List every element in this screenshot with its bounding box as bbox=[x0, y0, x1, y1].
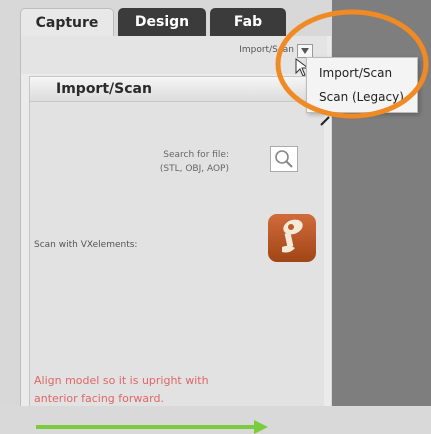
resize-grip-icon bbox=[320, 116, 330, 126]
search-for-file-label: Search for file: (STL, OBJ, AOP) bbox=[89, 148, 229, 176]
tab-capture[interactable]: Capture bbox=[20, 8, 114, 37]
align-instruction: Align model so it is upright with anteri… bbox=[34, 372, 209, 408]
import-scan-menu: Import/Scan Scan (Legacy) bbox=[306, 57, 418, 113]
panel-title: Import/Scan bbox=[56, 81, 152, 97]
scan-with-vxelements-label: Scan with VXelements: bbox=[34, 240, 138, 250]
chevron-down-icon[interactable] bbox=[297, 44, 313, 58]
align-instruction-line-2: anterior facing forward. bbox=[34, 392, 164, 405]
app-frame: Capture Design Fab Import/Scan Import/Sc… bbox=[0, 0, 431, 434]
panel-header: Import/Scan bbox=[30, 76, 324, 102]
dropdown-strip: Import/Scan bbox=[21, 36, 327, 77]
vxelements-scanner-icon[interactable] bbox=[268, 214, 316, 262]
search-icon[interactable] bbox=[270, 146, 298, 172]
magnifier-glyph bbox=[275, 150, 293, 168]
menu-item-scan-legacy[interactable]: Scan (Legacy) bbox=[319, 90, 404, 104]
search-label-text: Search for file: bbox=[163, 150, 229, 160]
search-formats-text: (STL, OBJ, AOP) bbox=[159, 164, 229, 174]
green-arrow-icon bbox=[36, 425, 256, 429]
import-scan-panel: Import/Scan Search for file: (STL, OBJ, … bbox=[29, 76, 324, 434]
tab-design[interactable]: Design bbox=[118, 8, 206, 36]
scanner-glyph bbox=[282, 219, 303, 253]
menu-item-import-scan[interactable]: Import/Scan bbox=[319, 66, 392, 80]
green-arrow-head bbox=[254, 420, 268, 434]
align-instruction-line-1: Align model so it is upright with bbox=[34, 374, 209, 387]
tab-fab[interactable]: Fab bbox=[210, 8, 286, 36]
import-scan-dropdown-label[interactable]: Import/Scan bbox=[239, 45, 294, 55]
capture-tab-content: Import/Scan Import/Scan Search for file:… bbox=[20, 36, 331, 434]
